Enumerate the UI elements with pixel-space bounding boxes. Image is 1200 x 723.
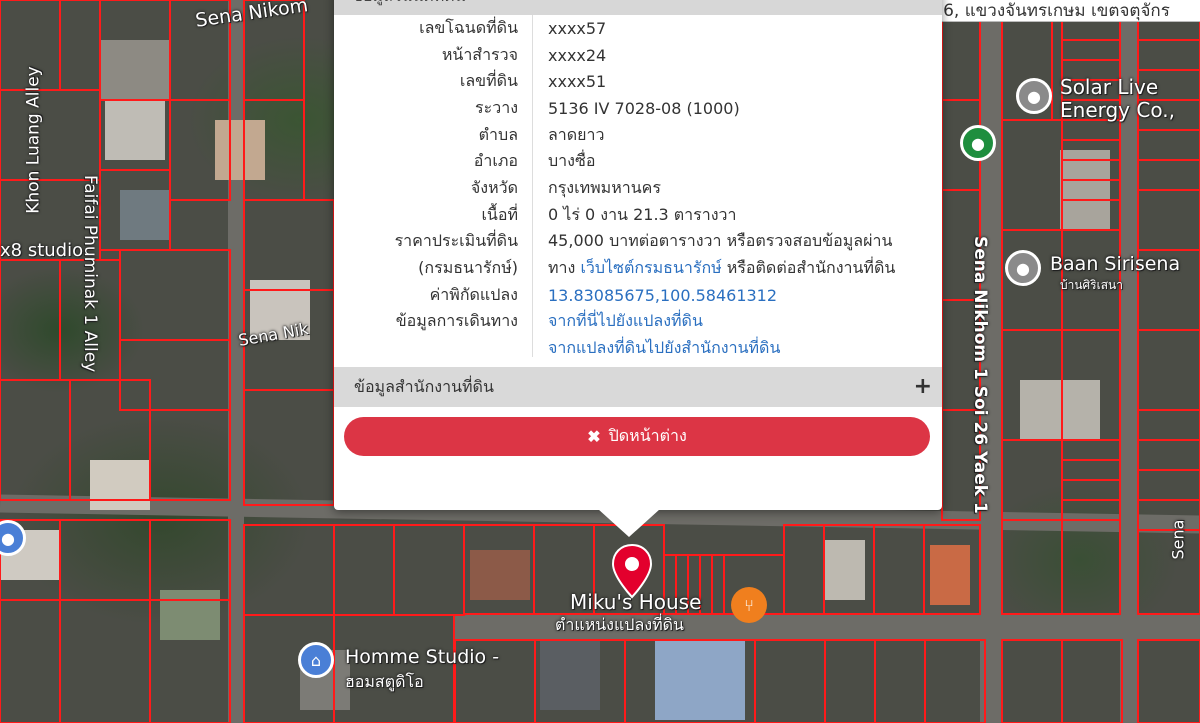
close-icon: ✖: [587, 428, 601, 446]
street-label: Khon Luang Alley: [23, 66, 44, 214]
place-label: บ้านศิริเสนา: [1060, 278, 1123, 292]
street-label: Sena: [1168, 519, 1188, 560]
land-info-popup: ข้อมูลโฉนดที่ดิน เลขโฉนดที่ดิน xxxx57 หน…: [334, 0, 942, 510]
directions-to-parcel-link[interactable]: จากที่นี่ไปยังแปลงที่ดิน: [532, 309, 942, 334]
info-row: หน้าสำรวจ xxxx24: [334, 42, 942, 69]
appraisal-sublabel: (กรมธนารักษ์): [418, 258, 518, 278]
place-label: Solar Live: [1060, 75, 1159, 99]
info-row: อำเภอ บางซื่อ: [334, 148, 942, 175]
info-label: เลขที่ดิน: [459, 71, 518, 91]
location-marker-icon[interactable]: [611, 543, 653, 599]
poi-pin-icon[interactable]: ●: [1016, 78, 1052, 114]
info-row: เนื้อที่ 0 ไร่ 0 งาน 21.3 ตารางวา: [334, 202, 942, 229]
info-row: เลขโฉนดที่ดิน xxxx57: [334, 15, 942, 42]
info-label: อำเภอ: [473, 151, 518, 171]
land-office-section-toggle[interactable]: ข้อมูลสำนักงานที่ดิน +: [334, 367, 942, 407]
street-label: Faifai Phuminak 1 Alley: [80, 175, 100, 373]
coordinates-label: ค่าพิกัดแปลง: [429, 284, 518, 304]
popup-pointer: [598, 509, 660, 537]
appraisal-row: (กรมธนารักษ์) ทาง เว็บไซต์กรมธนารักษ์ หร…: [334, 255, 942, 282]
poi-shop-icon[interactable]: ⌂: [298, 642, 334, 678]
place-label: x8 studio: [0, 240, 84, 261]
appraisal-label: ราคาประเมินที่ดิน: [394, 231, 518, 251]
popup-header: ข้อมูลโฉนดที่ดิน: [334, 0, 942, 15]
info-value: บางซื่อ: [548, 151, 596, 171]
info-value: xxxx57: [548, 18, 607, 38]
appraisal-value-line: ทาง เว็บไซต์กรมธนารักษ์ หรือติดต่อสำนักง…: [532, 256, 942, 281]
coordinates-row: ค่าพิกัดแปลง 13.83085675,100.58461312: [334, 282, 942, 309]
coordinates-link[interactable]: 13.83085675,100.58461312: [532, 286, 942, 305]
info-value: xxxx24: [548, 45, 607, 65]
info-value: 5136 IV 7028-08 (1000): [548, 98, 740, 118]
appraisal-prefix: ทาง: [548, 258, 576, 278]
place-label: ฮอมสตูดิโอ: [345, 672, 424, 691]
treasury-website-link[interactable]: เว็บไซต์กรมธนารักษ์: [580, 258, 721, 277]
directions-to-office-link[interactable]: จากแปลงที่ดินไปยังสำนักงานที่ดิน: [532, 336, 942, 361]
close-window-label: ปิดหน้าต่าง: [608, 428, 687, 445]
info-row: จังหวัด กรุงเทพมหานคร: [334, 175, 942, 202]
land-info-table: เลขโฉนดที่ดิน xxxx57 หน้าสำรวจ xxxx24 เล…: [334, 15, 942, 362]
place-label: Homme Studio -: [345, 646, 500, 668]
directions-label: ข้อมูลการเดินทาง: [395, 311, 518, 331]
poi-restaurant-icon[interactable]: ⑂: [731, 587, 767, 623]
info-label: หน้าสำรวจ: [441, 44, 518, 64]
info-row: ระวาง 5136 IV 7028-08 (1000): [334, 95, 942, 122]
info-value: กรุงเทพมหานคร: [548, 177, 661, 197]
land-office-section-label: ข้อมูลสำนักงานที่ดิน: [354, 377, 494, 396]
info-value: xxxx51: [548, 72, 607, 92]
close-window-button[interactable]: ✖ ปิดหน้าต่าง: [344, 417, 930, 456]
info-row: ตำบล ลาดยาว: [334, 122, 942, 149]
plus-icon[interactable]: +: [914, 367, 932, 407]
info-label: จังหวัด: [470, 177, 518, 197]
poi-green-pin-icon[interactable]: ●: [960, 125, 996, 161]
street-label: Sena Nikhom 1 Soi 26 Yaek 1: [970, 236, 990, 514]
appraisal-value: 45,000 บาทต่อตารางวา หรือตรวจสอบข้อมูลผ่…: [548, 231, 893, 251]
directions-row: จากแปลงที่ดินไปยังสำนักงานที่ดิน: [334, 335, 942, 362]
poi-pin-icon[interactable]: ●: [1005, 250, 1041, 286]
info-value: 0 ไร่ 0 งาน 21.3 ตารางวา: [548, 204, 737, 224]
appraisal-suffix: หรือติดต่อสำนักงานที่ดิน: [726, 258, 896, 278]
parcel-location-label: ตำแหน่งแปลงที่ดิน: [555, 615, 684, 634]
info-label: เนื้อที่: [481, 204, 518, 224]
appraisal-row: ราคาประเมินที่ดิน 45,000 บาทต่อตารางวา ห…: [334, 229, 942, 256]
info-row: เลขที่ดิน xxxx51: [334, 68, 942, 95]
info-label: เลขโฉนดที่ดิน: [419, 17, 518, 37]
directions-row: ข้อมูลการเดินทาง จากที่นี่ไปยังแปลงที่ดิ…: [334, 309, 942, 336]
info-label: ตำบล: [478, 124, 518, 144]
info-value: ลาดยาว: [548, 124, 605, 144]
place-label: Energy Co.,: [1060, 98, 1175, 122]
info-label: ระวาง: [475, 97, 518, 117]
place-label: Baan Sirisena: [1050, 253, 1181, 275]
